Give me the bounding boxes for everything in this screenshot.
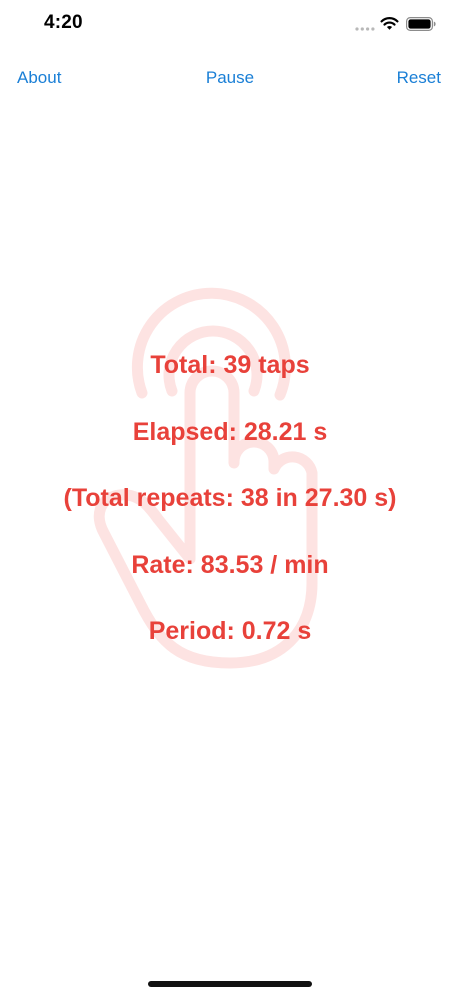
status-bar: 4:20 — [0, 0, 460, 50]
pause-button[interactable]: Pause — [0, 68, 460, 88]
reset-button[interactable]: Reset — [397, 68, 441, 88]
total-taps-label: Total: 39 taps — [150, 351, 310, 379]
period-label: Period: 0.72 s — [148, 617, 312, 645]
wifi-icon — [380, 17, 399, 30]
signal-icon — [355, 27, 375, 31]
total-repeats-label: (Total repeats: 38 in 27.30 s) — [63, 484, 397, 512]
rate-label: Rate: 83.53 / min — [131, 551, 329, 579]
home-indicator[interactable] — [148, 981, 312, 987]
nav-bar: About Pause Reset — [0, 58, 460, 98]
elapsed-label: Elapsed: 28.21 s — [132, 418, 328, 446]
battery-icon — [406, 17, 436, 31]
status-time: 4:20 — [44, 12, 83, 33]
